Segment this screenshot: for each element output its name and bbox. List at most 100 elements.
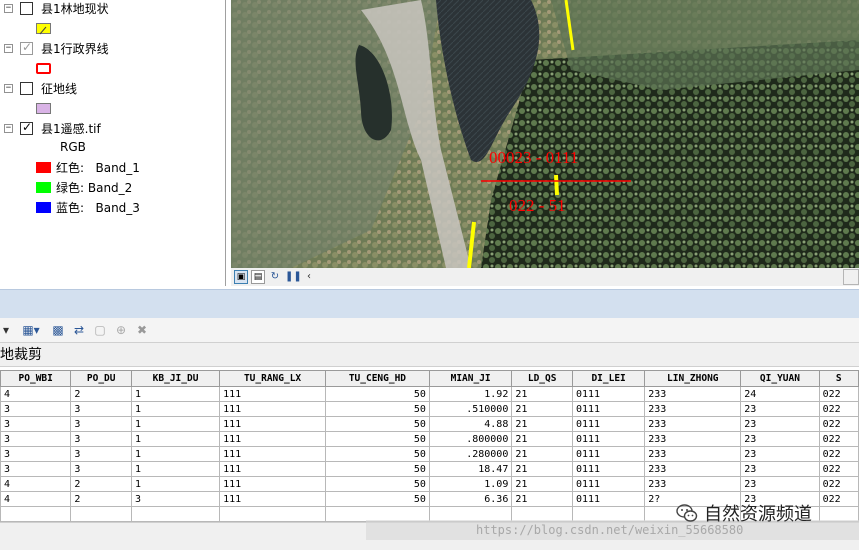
table-cell[interactable]: 4.88	[428, 416, 513, 432]
table-row[interactable]: 3 3 1 111 50.800000 21 0111 233 23 022	[0, 431, 859, 447]
table-cell[interactable]: 1	[130, 416, 221, 432]
table-cell[interactable]: 23	[740, 476, 820, 492]
table-cell[interactable]: 022	[818, 446, 859, 462]
data-view-button[interactable]: ▣	[234, 270, 248, 284]
table-cell[interactable]: 23	[740, 416, 820, 432]
table-cell[interactable]: 21	[511, 446, 573, 462]
table-cell[interactable]: 0111	[571, 386, 646, 402]
layer-row-zhengdi[interactable]: − 征地线	[4, 80, 77, 96]
table-cell[interactable]: 1	[130, 401, 221, 417]
table-cell[interactable]: 2	[70, 491, 132, 507]
table-cell[interactable]: 233	[644, 401, 742, 417]
layout-view-button[interactable]: ▤	[251, 270, 265, 284]
table-cell[interactable]: 111	[219, 491, 326, 507]
scrollbar-corner[interactable]	[843, 269, 859, 285]
table-cell[interactable]: 022	[818, 386, 859, 402]
table-cell[interactable]: 3	[0, 461, 72, 477]
collapse-toggle[interactable]: −	[4, 43, 13, 53]
map-view[interactable]: 00023 - 0111 022 - 51	[231, 0, 859, 268]
table-cell[interactable]	[70, 506, 132, 522]
table-row[interactable]: 3 3 1 111 50 18.47 21 0111 233 23 022	[0, 461, 859, 477]
table-cell[interactable]: 0111	[571, 401, 646, 417]
table-row[interactable]: 3 3 1 111 50 4.88 21 0111 233 23 022	[0, 416, 859, 432]
column-header[interactable]: MIAN_JI	[428, 370, 513, 387]
table-cell[interactable]: 0111	[571, 416, 646, 432]
table-cell[interactable]: 21	[511, 416, 573, 432]
layer-checkbox[interactable]	[20, 81, 33, 95]
table-cell[interactable]: 3	[70, 461, 132, 477]
layer-row-raster[interactable]: − 县1遥感.tif	[4, 120, 101, 136]
table-cell[interactable]: 24	[740, 386, 820, 402]
table-cell[interactable]: 022	[818, 401, 859, 417]
column-header[interactable]: LD_QS	[511, 370, 573, 387]
table-cell[interactable]: 1	[130, 431, 221, 447]
table-cell[interactable]: 0111	[571, 476, 646, 492]
table-cell[interactable]: 18.47	[428, 461, 513, 477]
table-cell[interactable]: 4	[0, 491, 72, 507]
table-cell[interactable]: 50	[324, 446, 430, 462]
table-cell[interactable]: 23	[740, 461, 820, 477]
layer-checkbox[interactable]	[20, 120, 33, 135]
column-header[interactable]: LIN_ZHONG	[644, 370, 742, 387]
table-cell[interactable]	[130, 506, 221, 522]
table-cell[interactable]: 1	[130, 476, 221, 492]
table-cell[interactable]: 1	[130, 461, 221, 477]
table-cell[interactable]: 111	[219, 476, 326, 492]
table-cell[interactable]: 111	[219, 401, 326, 417]
table-row[interactable]: 3 3 1 111 50.510000 21 0111 233 23 022	[0, 401, 859, 417]
table-cell[interactable]: 111	[219, 446, 326, 462]
delete-selected-icon[interactable]: ✖	[134, 321, 150, 339]
table-cell[interactable]: 23	[740, 446, 820, 462]
table-cell[interactable]: 21	[511, 401, 573, 417]
table-cell[interactable]: 50	[324, 416, 430, 432]
table-cell[interactable]: 3	[70, 416, 132, 432]
table-cell[interactable]: 233	[644, 386, 742, 402]
table-cell[interactable]: 3	[0, 446, 72, 462]
table-cell[interactable]: 3	[0, 401, 72, 417]
scroll-left-icon[interactable]: ‹	[302, 270, 316, 284]
column-header[interactable]: PO_DU	[70, 370, 132, 387]
table-cell[interactable]: 1	[130, 386, 221, 402]
table-cell[interactable]: 2	[70, 386, 132, 402]
table-cell[interactable]: 111	[219, 461, 326, 477]
layer-checkbox[interactable]	[20, 1, 33, 15]
table-cell[interactable]: 50	[324, 401, 430, 417]
table-cell[interactable]: 50	[324, 461, 430, 477]
outline-symbol[interactable]	[36, 63, 51, 74]
table-cell[interactable]: 233	[644, 431, 742, 447]
table-cell[interactable]: 3	[70, 431, 132, 447]
table-row[interactable]: 3 3 1 111 50.280000 21 0111 233 23 022	[0, 446, 859, 462]
table-cell[interactable]: 022	[818, 461, 859, 477]
table-cell[interactable]: 233	[644, 416, 742, 432]
table-cell[interactable]: 21	[511, 431, 573, 447]
fill-symbol[interactable]	[36, 103, 51, 114]
table-cell[interactable]: 0111	[571, 491, 646, 507]
table-cell[interactable]	[219, 506, 326, 522]
table-cell[interactable]: 23	[740, 431, 820, 447]
table-row[interactable]: 4 2 1 111 50 1.92 21 0111 233 24 022	[0, 386, 859, 402]
column-header[interactable]: DI_LEI	[571, 370, 646, 387]
table-cell[interactable]: 21	[511, 386, 573, 402]
table-cell[interactable]: 4	[0, 386, 72, 402]
table-cell[interactable]: 23	[740, 401, 820, 417]
table-cell[interactable]: 1.92	[428, 386, 513, 402]
table-cell[interactable]: 50	[324, 431, 430, 447]
table-row[interactable]: 4 2 1 111 50 1.09 21 0111 233 23 022	[0, 476, 859, 492]
table-cell[interactable]: .800000	[428, 431, 513, 447]
table-cell[interactable]: 022	[818, 476, 859, 492]
table-cell[interactable]: 50	[324, 476, 430, 492]
table-cell[interactable]	[0, 506, 72, 522]
table-cell[interactable]: 3	[130, 491, 221, 507]
table-cell[interactable]: 4	[0, 476, 72, 492]
table-cell[interactable]: 022	[818, 416, 859, 432]
table-cell[interactable]: 0111	[571, 461, 646, 477]
column-header[interactable]: S	[818, 370, 859, 387]
pause-icon[interactable]: ❚❚	[285, 270, 302, 284]
select-by-attributes-icon[interactable]: ▩	[50, 321, 66, 339]
table-cell[interactable]: 3	[70, 401, 132, 417]
table-cell[interactable]: 0111	[571, 446, 646, 462]
collapse-toggle[interactable]: −	[4, 83, 13, 93]
table-cell[interactable]: 21	[511, 476, 573, 492]
column-header[interactable]: QI_YUAN	[740, 370, 820, 387]
layer-row-boundary[interactable]: − 县1行政界线	[4, 40, 109, 56]
